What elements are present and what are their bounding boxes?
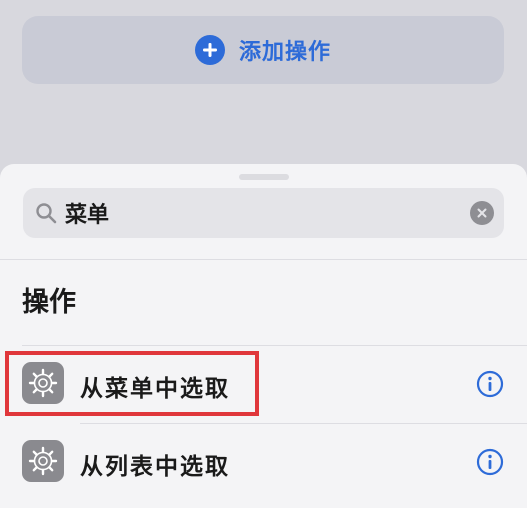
action-row-choose-from-list[interactable]: 从列表中选取 — [0, 423, 527, 501]
gear-icon — [22, 440, 64, 482]
info-icon[interactable] — [476, 448, 504, 476]
sheet-grabber[interactable] — [239, 174, 289, 180]
section-title: 操作 — [22, 287, 76, 318]
divider — [0, 259, 527, 260]
clear-search-button[interactable] — [470, 201, 494, 225]
plus-icon — [194, 35, 225, 65]
add-action-label: 添加操作 — [238, 40, 331, 65]
highlight-box — [5, 351, 259, 416]
add-action-button[interactable]: 添加操作 — [22, 16, 504, 84]
search-field[interactable]: 菜单 — [23, 188, 504, 238]
search-icon — [36, 203, 57, 224]
close-icon — [477, 208, 487, 218]
search-input[interactable]: 菜单 — [65, 197, 470, 229]
action-label: 从列表中选取 — [80, 454, 230, 480]
info-icon[interactable] — [476, 370, 504, 398]
action-search-sheet: 菜单 操作 从菜单中选取 从列表中选取 — [0, 164, 527, 508]
